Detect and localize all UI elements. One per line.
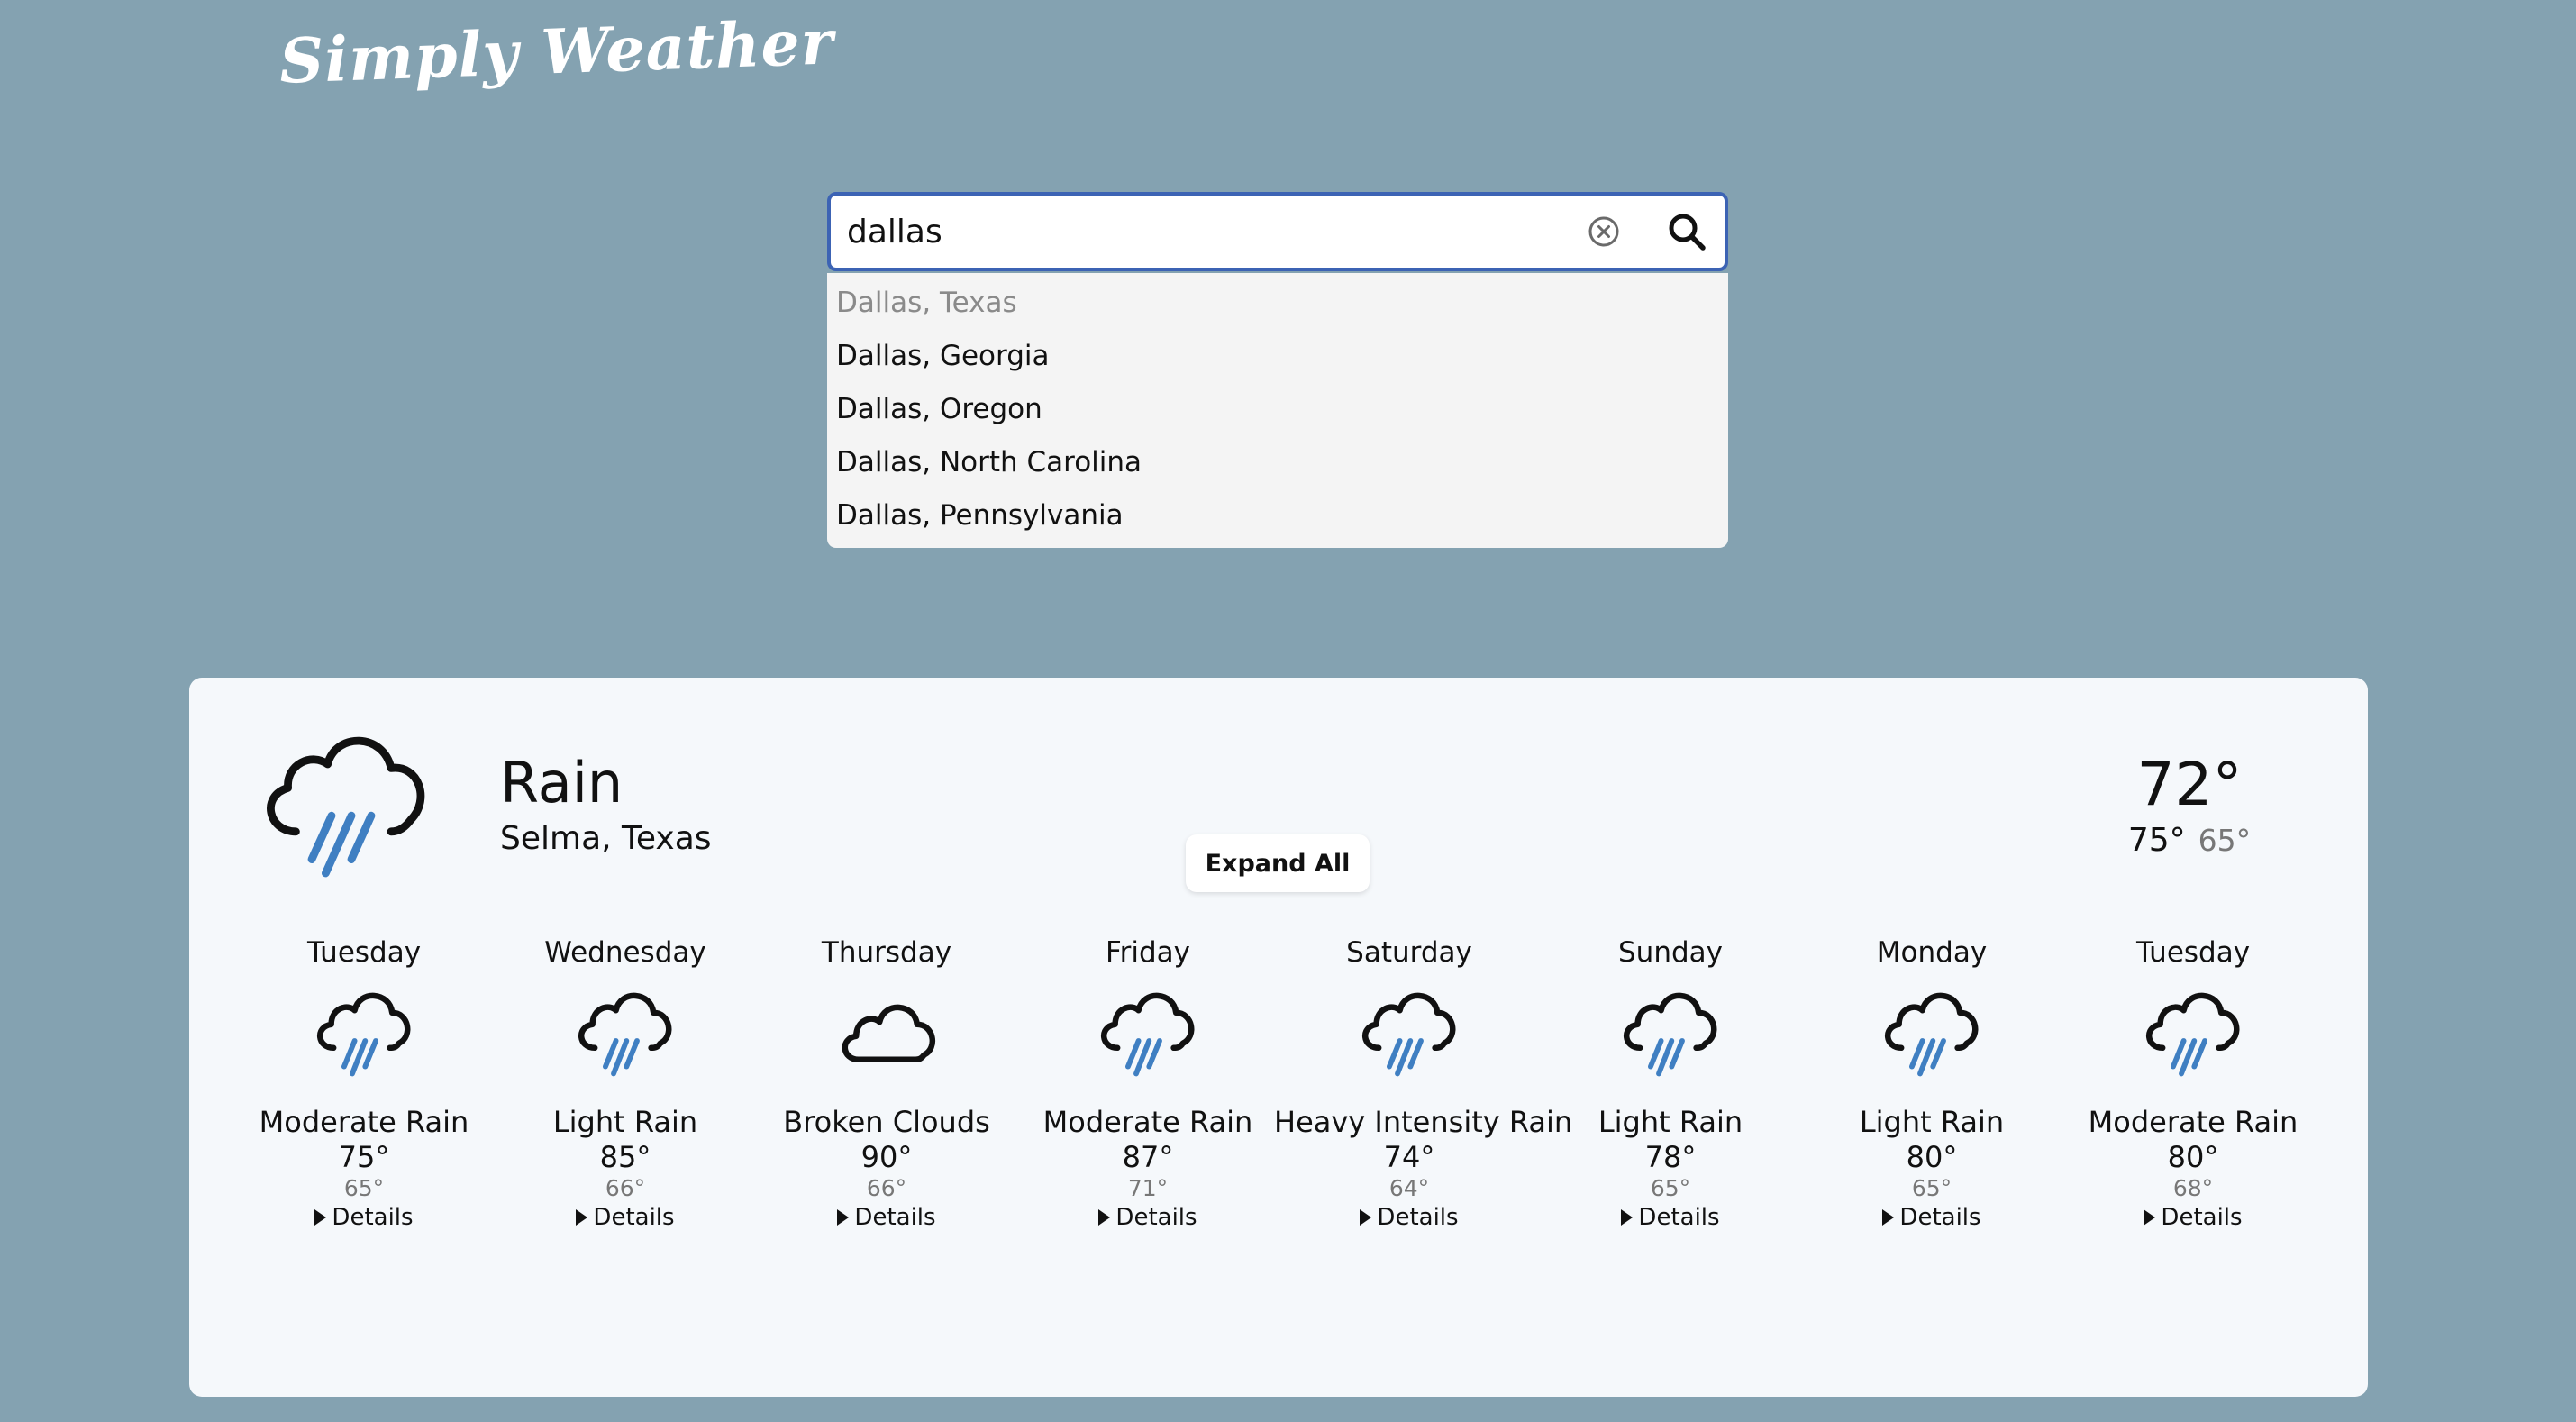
search-box: [827, 192, 1728, 271]
details-label: Details: [1638, 1204, 1720, 1231]
day-name: Sunday: [1618, 936, 1723, 969]
day-condition: Light Rain: [552, 1105, 698, 1139]
day-high: 80°: [1906, 1140, 1958, 1174]
details-toggle[interactable]: Details: [1797, 1203, 2067, 1232]
suggestion-item[interactable]: Dallas, Oregon: [827, 383, 1728, 436]
day-high: 80°: [2167, 1140, 2219, 1174]
day-high: 85°: [599, 1140, 651, 1174]
forecast-day: Tuesday Moderate Rain 75° 65° Details: [229, 934, 499, 1232]
current-location: Selma, Texas: [500, 820, 712, 857]
disclosure-triangle-icon: [2144, 1209, 2156, 1226]
day-low: 66°: [866, 1175, 907, 1201]
day-condition: Broken Clouds: [783, 1105, 990, 1139]
details-toggle[interactable]: Details: [229, 1203, 499, 1232]
magnifier-icon: [1669, 214, 1706, 251]
details-toggle[interactable]: Details: [751, 1203, 1022, 1232]
suggestion-item[interactable]: Dallas, North Carolina: [827, 436, 1728, 489]
day-name: Tuesday: [306, 936, 422, 969]
suggestion-item[interactable]: Dallas, Pennsylvania: [827, 489, 1728, 542]
details-label: Details: [1899, 1204, 1981, 1231]
rain-cloud-icon: [1362, 992, 1456, 1077]
forecast-day: Saturday Heavy Intensity Rain 74° 64° De…: [1274, 934, 1573, 1232]
details-toggle[interactable]: Details: [490, 1203, 760, 1232]
disclosure-triangle-icon: [1621, 1209, 1634, 1226]
day-low: 64°: [1388, 1175, 1430, 1201]
day-condition: Light Rain: [1597, 1105, 1743, 1139]
details-toggle[interactable]: Details: [1535, 1203, 1806, 1232]
day-high: 87°: [1122, 1140, 1174, 1174]
day-high: 90°: [860, 1140, 913, 1174]
disclosure-triangle-icon: [837, 1209, 850, 1226]
clear-circle-x-icon: [1588, 216, 1619, 247]
day-condition: Moderate Rain: [1042, 1105, 1253, 1139]
day-low: 71°: [1127, 1175, 1169, 1201]
current-condition: Rain: [500, 750, 624, 816]
details-label: Details: [593, 1204, 675, 1231]
rain-cloud-icon: [1624, 992, 1717, 1077]
forecast-day: Wednesday Light Rain 85° 66° Details: [490, 934, 760, 1232]
details-label: Details: [332, 1204, 414, 1231]
day-condition: Moderate Rain: [259, 1105, 469, 1139]
day-condition: Heavy Intensity Rain: [1274, 1105, 1573, 1139]
day-high: 74°: [1383, 1140, 1435, 1174]
rain-cloud-icon: [317, 992, 411, 1077]
day-low: 66°: [605, 1175, 646, 1201]
cloud-icon: [842, 1004, 936, 1063]
rain-cloud-icon: [1885, 992, 1979, 1077]
day-low: 68°: [2172, 1175, 2214, 1201]
current-low: 65°: [2198, 823, 2252, 858]
forecast-day: Monday Light Rain 80° 65° Details: [1797, 934, 2067, 1232]
expand-all-button[interactable]: Expand All: [1186, 834, 1370, 892]
forecast-day: Sunday Light Rain 78° 65° Details: [1535, 934, 1806, 1232]
day-high: 78°: [1644, 1140, 1697, 1174]
day-name: Thursday: [821, 936, 952, 969]
details-toggle[interactable]: Details: [2058, 1203, 2328, 1232]
forecast-day: Tuesday Moderate Rain 80° 68° Details: [2058, 934, 2328, 1232]
disclosure-triangle-icon: [576, 1209, 588, 1226]
day-condition: Light Rain: [1859, 1105, 2005, 1139]
forecast-day: Thursday Broken Clouds 90° 66° Details: [751, 934, 1022, 1232]
app-logo: Simply Weather: [278, 6, 835, 98]
disclosure-triangle-icon: [1882, 1209, 1895, 1226]
suggestion-list: Dallas, Texas Dallas, Georgia Dallas, Or…: [827, 273, 1728, 548]
details-label: Details: [1115, 1204, 1197, 1231]
current-high-low: 75° 65°: [2099, 822, 2280, 859]
clear-search-button[interactable]: [1586, 214, 1622, 250]
day-name: Friday: [1106, 936, 1190, 969]
disclosure-triangle-icon: [1098, 1209, 1111, 1226]
details-toggle[interactable]: Details: [1013, 1203, 1283, 1232]
day-high: 75°: [338, 1140, 390, 1174]
day-name: Saturday: [1346, 936, 1472, 969]
disclosure-triangle-icon: [1360, 1209, 1372, 1226]
details-label: Details: [2161, 1204, 2243, 1231]
search-area: Dallas, Texas Dallas, Georgia Dallas, Or…: [827, 192, 1728, 548]
search-input[interactable]: [847, 196, 1478, 268]
day-low: 65°: [343, 1175, 385, 1201]
day-low: 65°: [1911, 1175, 1952, 1201]
weather-card: Rain Selma, Texas Expand All 72° 75° 65° …: [189, 678, 2368, 1397]
disclosure-triangle-icon: [314, 1209, 327, 1226]
current-high: 75°: [2127, 822, 2186, 859]
current-temperature: 72°: [2136, 750, 2243, 819]
details-label: Details: [1377, 1204, 1459, 1231]
suggestion-item[interactable]: Dallas, Texas: [827, 277, 1728, 330]
rain-cloud-icon: [267, 736, 425, 878]
day-name: Wednesday: [544, 936, 706, 969]
forecast-day: Friday Moderate Rain 87° 71° Details: [1013, 934, 1283, 1232]
day-condition: Moderate Rain: [2088, 1105, 2298, 1139]
search-button[interactable]: [1665, 210, 1708, 253]
day-name: Tuesday: [2135, 936, 2251, 969]
rain-cloud-icon: [1101, 992, 1195, 1077]
details-label: Details: [854, 1204, 936, 1231]
details-toggle[interactable]: Details: [1274, 1203, 1544, 1232]
suggestion-item[interactable]: Dallas, Georgia: [827, 330, 1728, 383]
day-name: Monday: [1876, 936, 1988, 969]
rain-cloud-icon: [578, 992, 672, 1077]
day-low: 65°: [1650, 1175, 1691, 1201]
rain-cloud-icon: [2146, 992, 2240, 1077]
